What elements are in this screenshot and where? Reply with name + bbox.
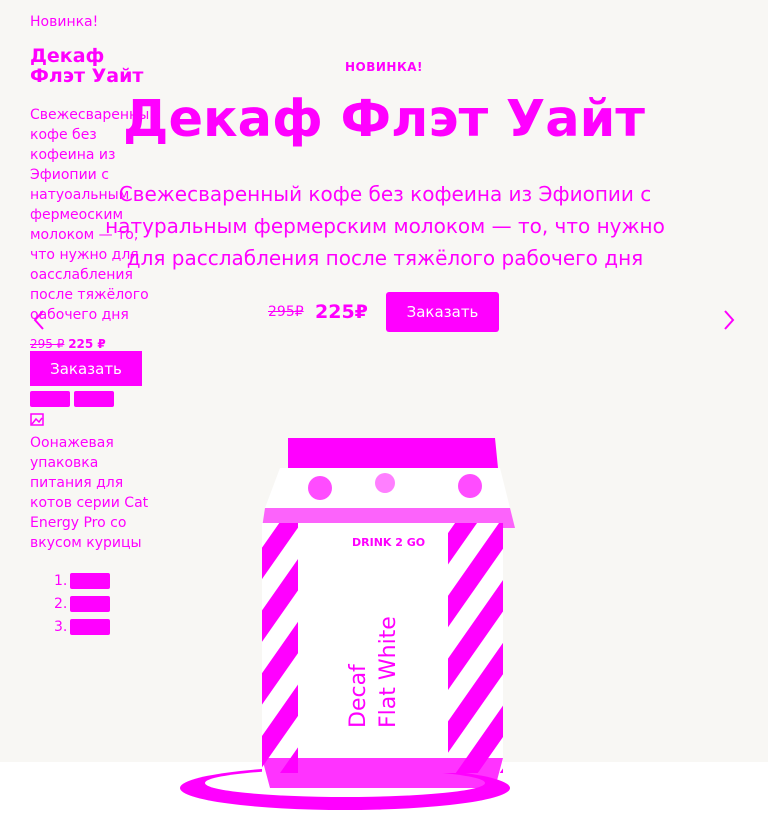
side-slider-dots: 1. 2. 3.: [30, 569, 150, 638]
can-name-line1: Decaf: [346, 663, 371, 728]
hero-new-price: 225₽: [315, 301, 368, 323]
can-brand: DRINK 2 GO: [352, 536, 425, 549]
side-kicker: Новинка!: [30, 14, 99, 30]
list-item[interactable]: 1.: [30, 569, 150, 592]
side-pill[interactable]: [30, 391, 70, 407]
side-pack-text: Оонажевая упаковка питания для котов сер…: [30, 435, 149, 551]
dot-button[interactable]: [70, 618, 110, 635]
product-image: DRINK 2 GO Decaf Flat White: [170, 428, 560, 828]
dot-button[interactable]: [70, 572, 110, 589]
side-pills: [30, 391, 150, 407]
broken-image-icon: [30, 413, 44, 426]
side-order-button[interactable]: Заказать: [30, 351, 142, 386]
dot-button[interactable]: [70, 595, 110, 612]
mobile-slide-overlay: Новинка! Декаф Флэт Уайт Свежесваренный …: [30, 14, 159, 638]
order-button[interactable]: Заказать: [386, 292, 499, 332]
side-description: Свежесваренный кофе без кофеина из Эфиоп…: [30, 107, 159, 323]
chevron-right-icon: [724, 310, 735, 330]
drink-can-illustration: DRINK 2 GO Decaf Flat White: [180, 438, 515, 810]
can-name-line2: Flat White: [376, 616, 401, 728]
list-item[interactable]: 3.: [30, 615, 150, 638]
hero-old-price: 295₽: [268, 304, 304, 320]
slider-next-button[interactable]: [720, 307, 738, 333]
side-title: Декаф Флэт Уайт: [30, 45, 144, 87]
side-new-price: 225 ₽: [68, 337, 106, 351]
side-old-price: 295 ₽: [30, 337, 65, 351]
side-prices: 295 ₽ 225 ₽: [30, 337, 150, 351]
side-pill[interactable]: [74, 391, 114, 407]
hero-description: Свежесваренный кофе без кофеина из Эфиоп…: [105, 182, 665, 270]
list-item[interactable]: 2.: [30, 592, 150, 615]
